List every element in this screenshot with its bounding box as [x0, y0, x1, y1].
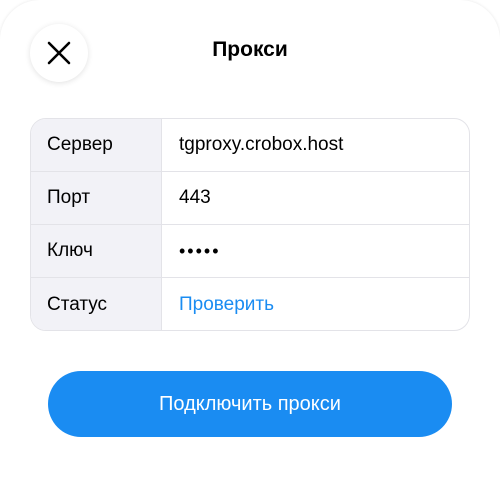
table-row-key: Ключ •••••: [31, 225, 469, 278]
table-row-server: Сервер tgproxy.crobox.host: [31, 119, 469, 172]
port-label: Порт: [31, 172, 162, 224]
proxy-sheet: Прокси Сервер tgproxy.crobox.host Порт 4…: [0, 0, 500, 487]
status-label: Статус: [31, 278, 162, 330]
key-value[interactable]: •••••: [162, 225, 469, 277]
key-label: Ключ: [31, 225, 162, 277]
server-value[interactable]: tgproxy.crobox.host: [162, 119, 469, 171]
proxy-details-table: Сервер tgproxy.crobox.host Порт 443 Ключ…: [30, 118, 470, 331]
connect-proxy-button[interactable]: Подключить прокси: [48, 371, 452, 437]
check-status-link[interactable]: Проверить: [162, 278, 469, 330]
table-row-status: Статус Проверить: [31, 278, 469, 330]
page-title: Прокси: [212, 38, 288, 61]
port-value[interactable]: 443: [162, 172, 469, 224]
table-row-port: Порт 443: [31, 172, 469, 225]
server-label: Сервер: [31, 119, 162, 171]
